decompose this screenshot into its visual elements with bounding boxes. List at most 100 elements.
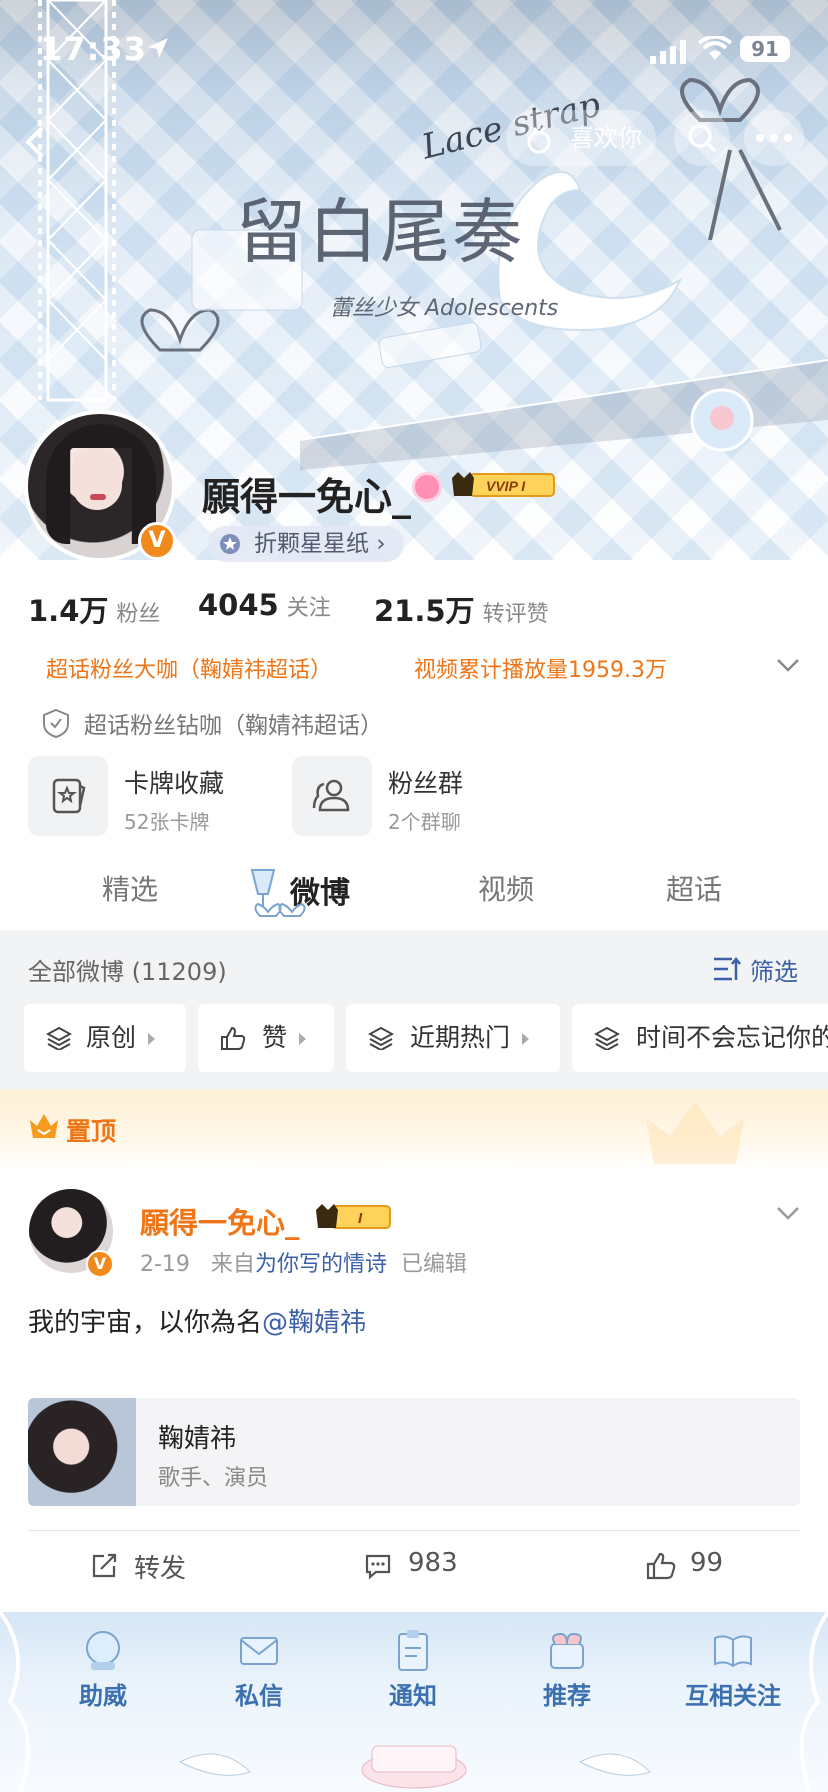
card-collection-shortcut[interactable]: 卡牌收藏 52张卡牌 [28,756,268,836]
like-button[interactable]: 99 [646,1548,723,1588]
stat-following[interactable]: 4045 关注 [198,588,331,622]
open-book-icon [714,1635,752,1668]
tab-featured[interactable]: 精选 [102,868,158,908]
tab-super-topic[interactable]: 超话 [666,868,722,908]
verified-badge: V [138,522,176,560]
comment-count: 983 [408,1548,458,1578]
card-collection-title: 卡牌收藏 [124,769,225,798]
status-time: 17:33 [40,30,147,68]
followers-label: 粉丝 [116,602,161,627]
post-source-link[interactable]: 为你写的情诗 [255,1252,387,1277]
diamond-fan-tag[interactable]: 超话粉丝钻咖（鞠婧祎超话） [42,706,383,740]
comment-button[interactable]: 983 [364,1548,458,1588]
star-paper-label: 折颗星星纸 [254,531,369,557]
repost-label: 转发 [134,1554,187,1584]
card-subtitle: 歌手、演员 [158,1466,269,1491]
layers-icon [594,1026,620,1050]
chip-liked-label: 赞 [262,1023,288,1052]
video-play-tag[interactable]: 视频累计播放量1959.3万 [414,652,667,684]
chip-liked[interactable]: 赞 [198,1004,334,1072]
chip-original[interactable]: 原创 [24,1004,186,1072]
star-paper-button[interactable]: 折颗星星纸 › [208,526,404,562]
thumbs-up-icon [221,1026,246,1050]
fan-group-subtitle: 2个群聊 [388,810,461,834]
profile-page: Lace strap 留白尾奏 蕾丝少女 Adolescents 17:33 9… [0,0,828,1792]
banner-subtitle: 蕾丝少女 Adolescents [330,296,559,321]
repost-button[interactable]: 转发 [90,1548,186,1588]
group-icon [312,779,350,812]
avatar-lips [90,494,106,500]
group-icon-box [292,756,372,836]
repost-icon [92,1553,117,1578]
followers-count: 1.4万 [28,594,109,628]
bottom-mutual-follow-label: 互相关注 [685,1682,781,1710]
bottom-action-bar: 助威 私信 通知 推荐 互相关注 [0,1612,828,1792]
feed-filter-area: 全部微博 (11209) 筛选 原创 赞 近期热门 时间不会忘记你的 [0,930,828,1090]
post-text: 我的宇宙，以你為名 [28,1308,263,1338]
post-body: 我的宇宙，以你為名@鞠婧祎 [28,1302,366,1339]
more-options-button[interactable] [744,110,804,166]
star-badge-icon [220,534,240,554]
layers-icon [46,1026,72,1050]
chip-time-remembers[interactable]: 时间不会忘记你的 [572,1004,828,1072]
search-icon [688,124,717,153]
like-you-button[interactable]: 喜欢你 [506,110,656,166]
mentioned-user-photo [28,1398,136,1506]
battery-indicator: 91 [740,36,790,62]
chip-recent-hot[interactable]: 近期热门 [346,1004,560,1072]
filter-icon [714,956,741,981]
diamond-fan-label: 超话粉丝钻咖（鞠婧祎超话） [84,713,383,739]
chip-recent-hot-label: 近期热门 [410,1023,511,1052]
post-mention-link[interactable]: @鞠婧祎 [262,1308,366,1338]
banner-title: 留白尾奏 [236,191,524,273]
wifi-icon [698,36,732,60]
bottom-mutual-follow-button[interactable]: 互相关注 [668,1628,798,1710]
caret-right-icon [522,1033,530,1045]
crown-watermark-icon [646,1102,744,1164]
fan-group-shortcut[interactable]: 粉丝群 2个群聊 [292,756,532,836]
chevron-down-icon[interactable] [776,656,800,676]
gift-box-icon [550,1632,584,1669]
post-menu-chevron-icon[interactable] [776,1204,800,1224]
back-arrow-icon[interactable] [14,120,58,164]
heart-ring-icon [527,126,551,154]
bottom-recommend-label: 推荐 [543,1682,591,1710]
post-author-name[interactable]: 願得一免心_ [140,1200,300,1242]
bottom-notify-label: 通知 [389,1682,437,1710]
bottom-message-button[interactable]: 私信 [204,1628,314,1710]
bottom-message-label: 私信 [235,1682,283,1710]
status-bar: 17:33 91 [0,0,828,100]
pinned-label: 置顶 [66,1117,117,1146]
caret-right-icon [299,1033,307,1045]
bottom-notify-button[interactable]: 通知 [358,1628,468,1710]
pinned-header: 置顶 [0,1090,828,1170]
avatar-face [72,448,122,510]
comment-icon [365,1554,391,1580]
post-date: 2-19 [140,1252,190,1277]
stat-interactions[interactable]: 21.5万 转评赞 [374,588,549,630]
mentioned-user-card[interactable]: 鞠婧祎 歌手、演员 [28,1398,800,1506]
crown-icon [30,1114,58,1138]
bottom-recommend-button[interactable]: 推荐 [512,1628,622,1710]
bottom-cheer-button[interactable]: 助威 [48,1628,158,1710]
caret-right-icon [148,1033,156,1045]
filter-button[interactable]: 筛选 [712,952,798,987]
crystal-ball-icon [86,1631,120,1670]
card-icon-box [28,756,108,836]
post-vip-badge: I [316,1204,391,1229]
stat-followers[interactable]: 1.4万 粉丝 [28,588,160,630]
post-verified-badge: V [86,1250,114,1278]
interactions-count: 21.5万 [374,594,475,628]
thumbs-up-icon [646,1552,676,1580]
like-you-label: 喜欢你 [570,124,642,152]
like-count: 99 [690,1548,724,1578]
post-from-prefix: 来自 [210,1252,255,1277]
female-gender-icon [412,472,442,502]
vvip-badge[interactable]: VVIP I [450,470,556,500]
super-topic-tag[interactable]: 超话粉丝大咖（鞠婧祎超话） [46,652,332,684]
search-button[interactable] [674,110,730,166]
envelope-icon [240,1637,278,1665]
post-edited-label: 已编辑 [400,1252,467,1277]
fan-group-title: 粉丝群 [388,769,464,798]
tab-video[interactable]: 视频 [478,868,534,908]
